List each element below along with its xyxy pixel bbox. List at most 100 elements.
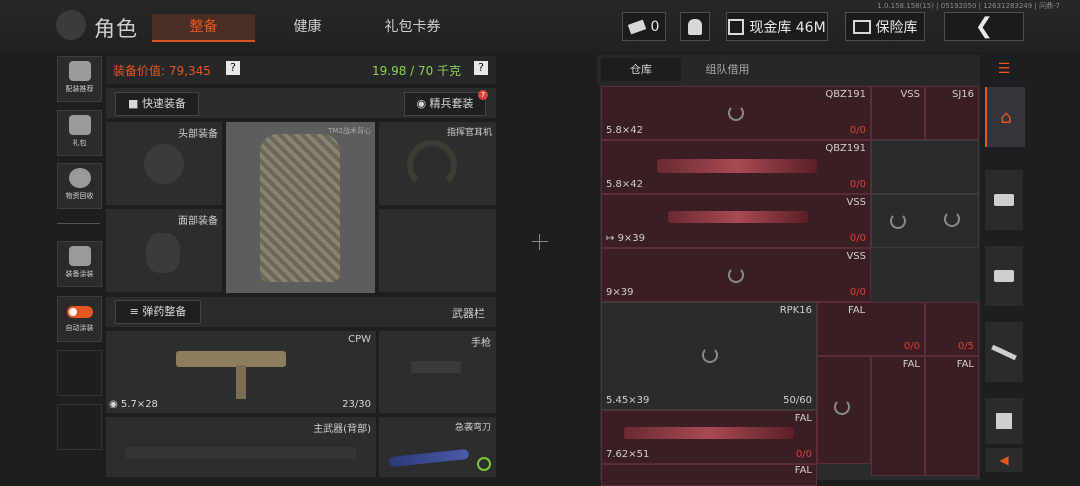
head-slot-label: 头部装备 [178, 129, 218, 140]
tab-loadout[interactable]: 整备 [152, 14, 255, 42]
sidebar-item-label: 自动涂装 [65, 324, 94, 332]
weapon-bar-label: 武器栏 [452, 307, 485, 320]
weapon-name: VSS [900, 89, 920, 100]
vest-icon [260, 134, 340, 282]
safe-vault-button[interactable]: 保险库 [845, 12, 925, 41]
face-slot-label: 面部装备 [178, 216, 218, 227]
melee-slot[interactable]: 急袭弯刀 [379, 417, 496, 477]
ammo-icon: ≡ [129, 305, 143, 318]
caliber-label: 5.8×42 [606, 125, 644, 136]
headset-name: 指挥官耳机 [446, 128, 492, 138]
tab-warehouse[interactable]: 仓库 [601, 58, 681, 81]
pistol-slot-label: 手枪 [471, 338, 491, 349]
caliber-label: ↦ 9×39 [606, 233, 645, 244]
sidebar-item-gift[interactable]: 礼包 [57, 110, 102, 156]
storage-cell[interactable]: RPK16 5.45×39 50/60 [601, 302, 817, 410]
weapon-name: FAL [956, 359, 974, 370]
sidebar-item-label: 配装推荐 [65, 85, 94, 93]
pistol-slot[interactable]: 手枪 [379, 331, 496, 413]
storage-cell[interactable]: FAL 7.62×51 0/0 [601, 410, 817, 464]
primary-slot-label: 主武器(背部) [313, 424, 371, 435]
cpw-caliber: ◉ 5.7×28 [109, 399, 158, 410]
storage-cell[interactable] [817, 356, 871, 464]
case-icon [994, 270, 1014, 282]
weight-help-icon[interactable]: ? [474, 61, 488, 75]
knife-ring-icon [477, 457, 491, 471]
helmet-placeholder-icon [144, 144, 184, 184]
storage-cell[interactable]: VSS 9×39 0/0 [601, 248, 871, 302]
weapon-name: FAL [794, 465, 812, 476]
weapon-name: SJ16 [951, 89, 974, 100]
empty-gear-slot[interactable] [379, 209, 496, 292]
sidebar-item-skin[interactable]: 装备涂装 [57, 241, 102, 287]
category-tab-case-2[interactable] [985, 246, 1023, 306]
storage-cell[interactable]: VSS ↦ 9×39 0/0 [601, 194, 871, 248]
face-slot[interactable]: 面部装备 [106, 209, 222, 292]
cash-vault-button[interactable]: 现金库 46M [726, 12, 828, 41]
attach-icon: ↦ [606, 233, 618, 244]
sidebar-item-loadout-recommend[interactable]: 配装推荐 [57, 56, 102, 102]
equipment-value: 装备价值: 79,345 [113, 64, 211, 78]
ammo-type-icon: ◉ [109, 399, 121, 410]
storage-cell[interactable]: VSS [871, 86, 925, 140]
cpw-ammo-count: 23/30 [342, 399, 371, 410]
profile-button[interactable] [680, 12, 710, 41]
sidebar-item-recycle[interactable]: 物资回收 [57, 163, 102, 209]
tab-health[interactable]: 健康 [270, 14, 345, 40]
mask-placeholder-icon [146, 233, 180, 273]
weapon-name: RPK16 [779, 305, 812, 316]
category-tab-weapons[interactable] [985, 322, 1023, 382]
knife-name: 急袭弯刀 [454, 423, 491, 433]
ticket-counter[interactable]: 0 [622, 12, 666, 41]
storage-cell[interactable]: QBZ191 5.8×42 0/0 [601, 140, 871, 194]
weapon-name: QBZ191 [825, 89, 866, 100]
storage-cell[interactable]: FAL 0/0 [817, 302, 925, 356]
collapse-panel-button[interactable]: ◀ [985, 448, 1023, 472]
headset-icon [407, 140, 457, 190]
storage-cell[interactable]: 0/5 [925, 302, 979, 356]
sort-icon[interactable]: ☰ [985, 55, 1023, 83]
value-help-icon[interactable]: ? [226, 61, 240, 75]
crosshair-icon [539, 234, 540, 250]
category-tab-box[interactable] [985, 398, 1023, 444]
ammo-count: 0/5 [957, 341, 974, 352]
sidebar-item-auto-skin[interactable]: 自动涂装 [57, 296, 102, 342]
vest-slot[interactable]: TM2战术背心 [226, 122, 375, 293]
home-icon: ⌂ [1000, 106, 1012, 128]
elite-kit-label: 精兵套装 [429, 97, 474, 110]
storage-cell[interactable]: FAL [601, 464, 817, 486]
weapon-name: FAL [902, 359, 920, 370]
weapon-name: FAL [794, 413, 812, 424]
cpw-magazine-icon [236, 365, 246, 399]
storage-cell[interactable]: QBZ191 5.8×42 0/0 [601, 86, 871, 140]
storage-cell[interactable]: FAL [925, 356, 979, 476]
quick-equip-button[interactable]: ■ 快速装备 [115, 92, 199, 116]
rifle-placeholder-icon [126, 447, 356, 459]
elite-kit-badge: 7 [478, 90, 488, 100]
toggle-icon[interactable] [66, 306, 93, 318]
cpw-caliber-label: 5.7×28 [120, 399, 158, 410]
ticket-count: 0 [650, 18, 660, 35]
crosshair-icon [532, 241, 548, 242]
category-tab-case[interactable] [985, 170, 1023, 230]
elite-kit-button[interactable]: ◉ 精兵套装 [404, 92, 486, 116]
headset-slot[interactable]: 指挥官耳机 [379, 122, 496, 205]
caliber-label: 9×39 [606, 287, 634, 298]
loading-spinner-icon [728, 267, 744, 283]
back-button[interactable]: ❮ [944, 12, 1024, 41]
head-slot[interactable]: 头部装备 [106, 122, 222, 205]
storage-cell[interactable]: FAL [871, 356, 925, 476]
tab-team-borrow[interactable]: 组队借用 [685, 58, 770, 81]
category-tab-home[interactable]: ⌂ [985, 87, 1025, 147]
caliber-label: 7.62×51 [606, 449, 650, 460]
arrow-left-icon: ◀ [999, 453, 1009, 467]
ammo-refit-button[interactable]: ≡ 弹药整备 [115, 300, 201, 324]
tab-gift-cards[interactable]: 礼包卡券 [370, 14, 455, 40]
storage-cell[interactable]: SJ16 [925, 86, 979, 140]
loadout-icon [68, 61, 91, 81]
weapon-name: VSS [846, 251, 866, 262]
safe-label: 保险库 [875, 19, 918, 36]
cash-label: 现金库 46M [749, 19, 826, 36]
primary-weapon-slot[interactable]: 主武器(背部) [106, 417, 376, 477]
secondary-weapon-slot[interactable]: CPW ◉ 5.7×28 23/30 [106, 331, 376, 413]
